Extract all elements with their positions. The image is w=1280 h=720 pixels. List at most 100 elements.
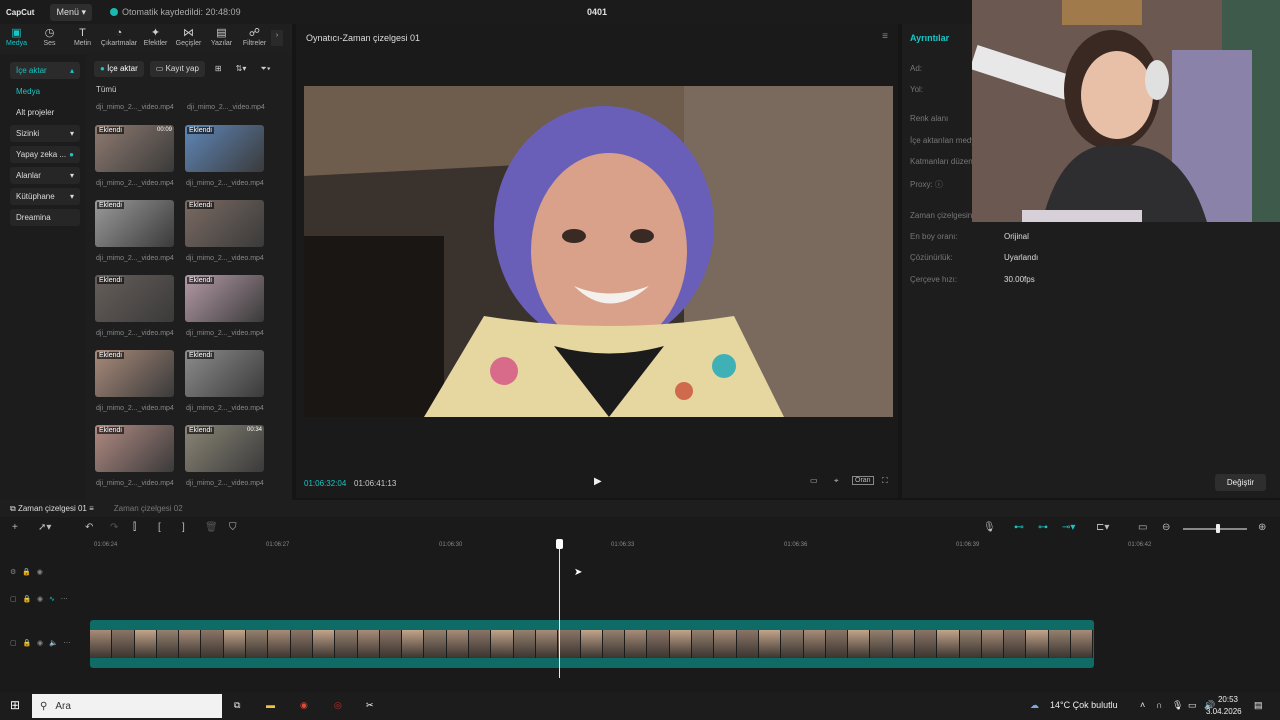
media-thumbnail[interactable]: Eklendi — [185, 200, 264, 247]
zoom-slider-handle[interactable] — [1216, 524, 1220, 533]
link-icon[interactable]: ⊷ — [1014, 522, 1024, 533]
eye-icon[interactable]: ◉ — [37, 569, 43, 576]
zoom-slider[interactable] — [1183, 528, 1247, 530]
more-icon[interactable]: ⋯ — [64, 640, 71, 647]
clock-date[interactable]: 3.04.2026 — [1206, 707, 1242, 716]
chevron-right-icon[interactable]: › — [271, 30, 283, 46]
windows-start-icon[interactable]: ⊞ — [10, 698, 20, 712]
playhead[interactable] — [559, 542, 560, 678]
playhead-handle[interactable] — [556, 539, 563, 549]
timeline-tab-2[interactable]: Zaman çizelgesi 02 — [104, 504, 193, 513]
clock-time[interactable]: 20:53 — [1210, 695, 1238, 704]
video-preview[interactable] — [304, 86, 893, 417]
tab-filters[interactable]: ☍ Filtreler — [238, 24, 271, 54]
zoom-in-icon[interactable]: ⊕ — [1258, 522, 1266, 533]
nav-ai[interactable]: Yapay zeka ... ● — [10, 146, 80, 163]
speaker-icon[interactable]: 🔈 — [49, 640, 58, 647]
media-thumbnail[interactable]: Eklendi — [95, 275, 174, 322]
grid-view-icon[interactable]: ⊞ — [211, 61, 226, 77]
record-label: Kayıt yap — [165, 64, 199, 73]
add-icon[interactable]: + — [12, 522, 18, 533]
video-clip[interactable] — [90, 620, 1094, 668]
media-thumbnail[interactable]: Eklendi — [95, 200, 174, 247]
change-button[interactable]: Değiştir — [1214, 474, 1266, 491]
lock-icon[interactable]: 🔒 — [22, 569, 31, 576]
delete-icon[interactable]: 🗑 — [205, 522, 218, 533]
menu-icon[interactable]: ≡ — [882, 31, 888, 42]
nav-library[interactable]: Kütüphane ▾ — [10, 188, 80, 205]
tab-media[interactable]: ▣ Medya — [0, 24, 33, 54]
clip-frame — [602, 630, 626, 658]
menu-button[interactable]: Menü ▾ — [50, 3, 92, 21]
time-ruler[interactable]: 01:06:24 01:06:27 01:06:30 01:06:33 01:0… — [90, 540, 1280, 552]
nav-media[interactable]: Medya — [10, 83, 80, 100]
split-icon[interactable]: ⫿ — [133, 522, 136, 533]
tab-label: Filtreler — [242, 40, 267, 47]
filter-all[interactable]: Tümü — [96, 85, 116, 94]
timeline-tabs: ⧉ Zaman çizelgesi 01 ≡ Zaman çizelgesi 0… — [0, 500, 1280, 517]
marker-icon[interactable]: ⛉ — [229, 522, 237, 533]
nav-subprojects[interactable]: Alt projeler — [10, 104, 80, 121]
trim-left-icon[interactable]: [ — [158, 522, 161, 533]
filter-icon[interactable]: ⏷▾ — [256, 61, 274, 77]
record-button[interactable]: ▭ Kayıt yap — [149, 61, 205, 77]
nav-yours[interactable]: Sizinki ▾ — [10, 125, 80, 142]
tab-transitions[interactable]: ⋈ Geçişler — [172, 24, 205, 54]
file-explorer-icon[interactable]: ▬ — [266, 700, 275, 710]
preview-axis-icon[interactable]: ⊏▾ — [1096, 522, 1109, 533]
media-icon: ▣ — [11, 27, 22, 39]
trim-right-icon[interactable]: ] — [182, 522, 185, 533]
redo-icon[interactable]: ↷ — [110, 522, 118, 533]
microphone-icon[interactable]: 🎙 — [983, 522, 996, 533]
media-thumbnail[interactable]: Eklendi — [185, 125, 264, 172]
zoom-out-icon[interactable]: ⊖ — [1162, 522, 1170, 533]
tab-text[interactable]: T Metin — [66, 24, 99, 54]
taskbar-search[interactable]: ⚲ Ara — [32, 694, 222, 718]
caption-icon[interactable]: ▭ — [1138, 522, 1147, 533]
network-icon[interactable]: ▭ — [1188, 700, 1197, 711]
select-tool-icon[interactable]: ➚▾ — [38, 522, 51, 533]
tab-audio[interactable]: ◷ Ses — [33, 24, 66, 54]
obs-icon[interactable]: ◎ — [334, 700, 342, 711]
task-view-icon[interactable]: ⧉ — [234, 700, 240, 711]
media-thumbnail[interactable]: Eklendi — [95, 425, 174, 472]
nav-spaces[interactable]: Alanlar ▾ — [10, 167, 80, 184]
media-thumbnail[interactable]: Eklendi — [95, 350, 174, 397]
headphones-icon[interactable]: ∩ — [1156, 700, 1162, 710]
notification-icon[interactable]: ▤ — [1254, 700, 1263, 711]
more-icon[interactable]: ⋯ — [61, 596, 68, 603]
undo-icon[interactable]: ↶ — [85, 522, 93, 533]
microphone-icon[interactable]: 🎙 — [1172, 700, 1183, 711]
tab-effects[interactable]: ✦ Efektler — [139, 24, 172, 54]
chevron-up-icon[interactable]: ˄ — [1140, 700, 1145, 710]
sort-icon[interactable]: ⇅▾ — [232, 61, 251, 77]
snap-icon[interactable]: ⊸▾ — [1062, 522, 1075, 533]
expand-icon[interactable]: ⛶ — [882, 476, 888, 486]
magnet-icon[interactable]: ⊶ — [1038, 522, 1048, 533]
nav-dreamina[interactable]: Dreamina — [10, 209, 80, 226]
focus-icon[interactable]: ⌖ — [834, 476, 839, 486]
media-thumbnail[interactable]: Eklendi — [185, 350, 264, 397]
import-button[interactable]: ● İçe aktar — [94, 61, 144, 77]
media-thumbnail[interactable]: Eklendi 00:34 — [185, 425, 264, 472]
chrome-icon[interactable]: ◉ — [300, 700, 308, 711]
fullscreen-mode-icon[interactable]: ▭ — [810, 476, 818, 485]
tab-captions[interactable]: ▤ Yazılar — [205, 24, 238, 54]
media-name: dji_mimo_2..._video.mp4 — [96, 480, 174, 487]
tab-stickers[interactable]: ◔ Çıkartmalar — [99, 24, 139, 54]
lock-icon[interactable]: 🔒 — [22, 596, 31, 603]
eye-icon[interactable]: ◉ — [37, 596, 43, 603]
lock-icon[interactable]: 🔒 — [22, 640, 31, 647]
audio-wave-icon[interactable]: ∿ — [49, 596, 55, 603]
ratio-button[interactable]: Oran — [852, 476, 874, 485]
play-icon[interactable]: ▶ — [594, 476, 602, 487]
nav-import[interactable]: İçe aktar ▴ — [10, 62, 80, 79]
timeline-tab-1[interactable]: ⧉ Zaman çizelgesi 01 ≡ — [0, 504, 104, 514]
clip-frame — [402, 630, 425, 658]
capcut-taskbar-icon[interactable]: ✂ — [366, 700, 374, 711]
tick-label: 01:06:42 — [1128, 542, 1152, 548]
project-name: 0401 — [587, 7, 608, 17]
media-thumbnail[interactable]: Eklendi — [185, 275, 264, 322]
media-thumbnail[interactable]: Eklendi 00:09 — [95, 125, 174, 172]
eye-icon[interactable]: ◉ — [37, 640, 43, 647]
